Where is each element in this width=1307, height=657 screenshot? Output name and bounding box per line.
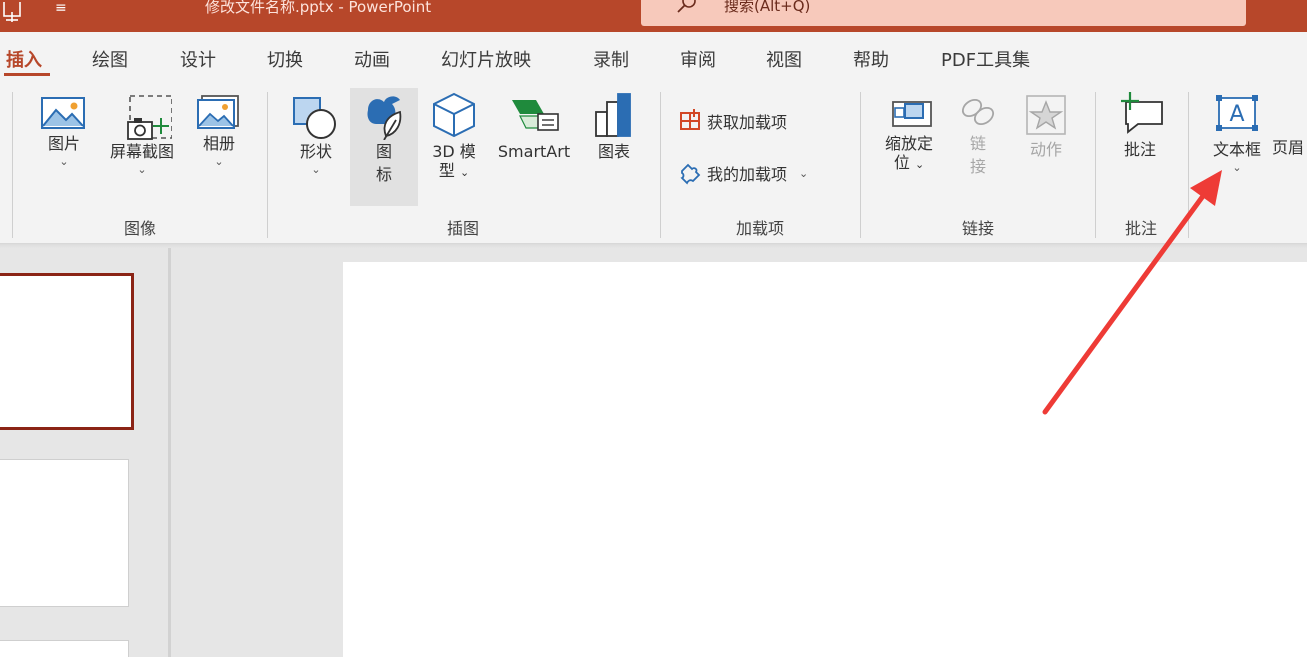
ribbon-insert: 图片 ⌄ 屏幕截图 ⌄ 相册 ⌄ 图像 形状 ⌄ 图 标 3D 模 型 ⌄ Sm… [0, 84, 1307, 244]
link-button[interactable]: 链 接 [948, 88, 1008, 206]
shapes-label: 形状 [299, 142, 332, 161]
tab-animations[interactable]: 动画 [354, 46, 390, 72]
icons-label-line2: 标 [375, 165, 392, 184]
shapes-icon [293, 97, 336, 139]
title-bar: ≡ 修改文件名称.pptx - PowerPoint 搜索(Alt+Q) [0, 0, 1307, 32]
tab-review[interactable]: 审阅 [680, 46, 716, 72]
my-addins-label: 我的加载项 [707, 165, 788, 184]
textbox-button[interactable]: A 文本框 ⌄ [1202, 88, 1272, 206]
icons-button[interactable]: 图 标 [350, 88, 418, 206]
photo-album-label: 相册 [202, 134, 235, 153]
comment-button[interactable]: 批注 [1108, 88, 1172, 206]
group-label-addins: 加载项 [735, 219, 785, 238]
3d-models-button[interactable]: 3D 模 型 ⌄ [424, 88, 484, 206]
header-footer-button[interactable]: 页眉 [1272, 88, 1307, 206]
chevron-down-icon: ⌄ [914, 158, 925, 171]
chevron-down-icon: ⌄ [59, 155, 69, 168]
tab-insert[interactable]: 插入 [6, 46, 42, 72]
tab-transitions[interactable]: 切换 [267, 46, 303, 72]
tab-view[interactable]: 视图 [766, 46, 802, 72]
active-tab-indicator [4, 73, 50, 76]
link-label-line2: 接 [969, 157, 986, 176]
shapes-button[interactable]: 形状 ⌄ [288, 88, 344, 206]
group-separator [860, 92, 861, 238]
3d-cube-icon [433, 92, 475, 138]
zoom-slide-icon [892, 101, 932, 127]
picture-button[interactable]: 图片 ⌄ [36, 88, 92, 206]
chevron-down-icon: ⌄ [1232, 161, 1242, 174]
chevron-down-icon: ⌄ [459, 166, 470, 179]
svg-text:A: A [1229, 102, 1244, 127]
smartart-icon [512, 100, 559, 131]
group-separator [267, 92, 268, 238]
chart-label: 图表 [597, 142, 630, 161]
tab-draw[interactable]: 绘图 [92, 46, 128, 72]
slide-thumbnail-2[interactable] [0, 459, 129, 607]
powerpoint-window: ≡ 修改文件名称.pptx - PowerPoint 搜索(Alt+Q) 插入 … [0, 0, 1307, 657]
icons-label-line1: 图 [375, 142, 392, 161]
zoom-label-line1: 缩放定 [884, 134, 933, 153]
screenshot-button[interactable]: 屏幕截图 ⌄ [98, 88, 186, 206]
save-icon[interactable] [2, 2, 22, 24]
group-label-links: 链接 [961, 219, 995, 238]
tab-slideshow[interactable]: 幻灯片放映 [441, 46, 531, 72]
picture-icon [41, 97, 85, 129]
screenshot-icon [127, 95, 172, 140]
search-box[interactable]: 搜索(Alt+Q) [641, 0, 1246, 26]
picture-label: 图片 [47, 134, 80, 153]
search-icon [677, 0, 696, 13]
textbox-icon: A [1216, 95, 1258, 131]
store-grid-icon [680, 109, 700, 130]
action-button[interactable]: 动作 [1012, 88, 1080, 206]
slide-canvas[interactable] [343, 262, 1307, 657]
icons-icon [367, 96, 402, 140]
group-label-illustrations: 插图 [446, 219, 480, 238]
group-label-comments: 批注 [1124, 219, 1158, 238]
header-footer-label: 页眉 [1272, 138, 1305, 157]
link-icon [961, 98, 995, 126]
photo-album-button[interactable]: 相册 ⌄ [192, 88, 246, 206]
addin-puzzle-icon [680, 163, 701, 185]
chevron-down-icon: ⌄ [311, 163, 321, 176]
tab-record[interactable]: 录制 [593, 46, 629, 72]
slide-thumbnail-1[interactable] [0, 273, 134, 430]
slide-thumbnail-3[interactable] [0, 640, 129, 657]
group-separator [12, 92, 13, 238]
ribbon-tabs: 插入 绘图 设计 切换 动画 幻灯片放映 录制 审阅 视图 帮助 PDF工具集 [0, 32, 1307, 84]
chevron-down-icon[interactable]: ⌄ [799, 167, 808, 180]
search-placeholder: 搜索(Alt+Q) [724, 0, 811, 15]
link-label-line1: 链 [969, 134, 986, 153]
window-title: 修改文件名称.pptx - PowerPoint [205, 0, 432, 16]
action-label: 动作 [1029, 140, 1062, 159]
tab-design[interactable]: 设计 [180, 46, 216, 72]
tab-help[interactable]: 帮助 [853, 46, 889, 72]
action-star-icon [1026, 95, 1066, 135]
group-separator [1188, 92, 1189, 238]
group-separator [1095, 92, 1096, 238]
screenshot-label: 屏幕截图 [109, 142, 174, 161]
get-addins-button[interactable]: 获取加载项 [678, 106, 787, 136]
textbox-label: 文本框 [1212, 140, 1261, 159]
get-addins-label: 获取加载项 [707, 113, 788, 132]
new-comment-icon [1121, 92, 1163, 134]
chart-button[interactable]: 图表 [586, 88, 642, 206]
3d-models-label-line1: 3D 模 [432, 142, 476, 161]
group-separator [660, 92, 661, 238]
smartart-button[interactable]: SmartArt [488, 88, 580, 206]
smartart-label: SmartArt [497, 142, 571, 161]
bar-chart-icon [595, 93, 631, 137]
tab-pdf-tools[interactable]: PDF工具集 [941, 46, 1030, 72]
zoom-button[interactable]: 缩放定 位 ⌄ [874, 88, 944, 206]
group-label-images: 图像 [123, 219, 157, 238]
chevron-down-icon: ⌄ [214, 155, 224, 168]
my-addins-button[interactable]: 我的加载项 ⌄ [678, 158, 808, 188]
chevron-down-icon: ⌄ [137, 163, 147, 176]
3d-models-label-line2: 型 ⌄ [438, 161, 470, 180]
zoom-label-line2: 位 ⌄ [893, 153, 925, 172]
customize-quick-access-icon[interactable]: ≡ [55, 0, 67, 16]
photo-album-icon [197, 95, 239, 129]
comment-label: 批注 [1123, 140, 1156, 159]
